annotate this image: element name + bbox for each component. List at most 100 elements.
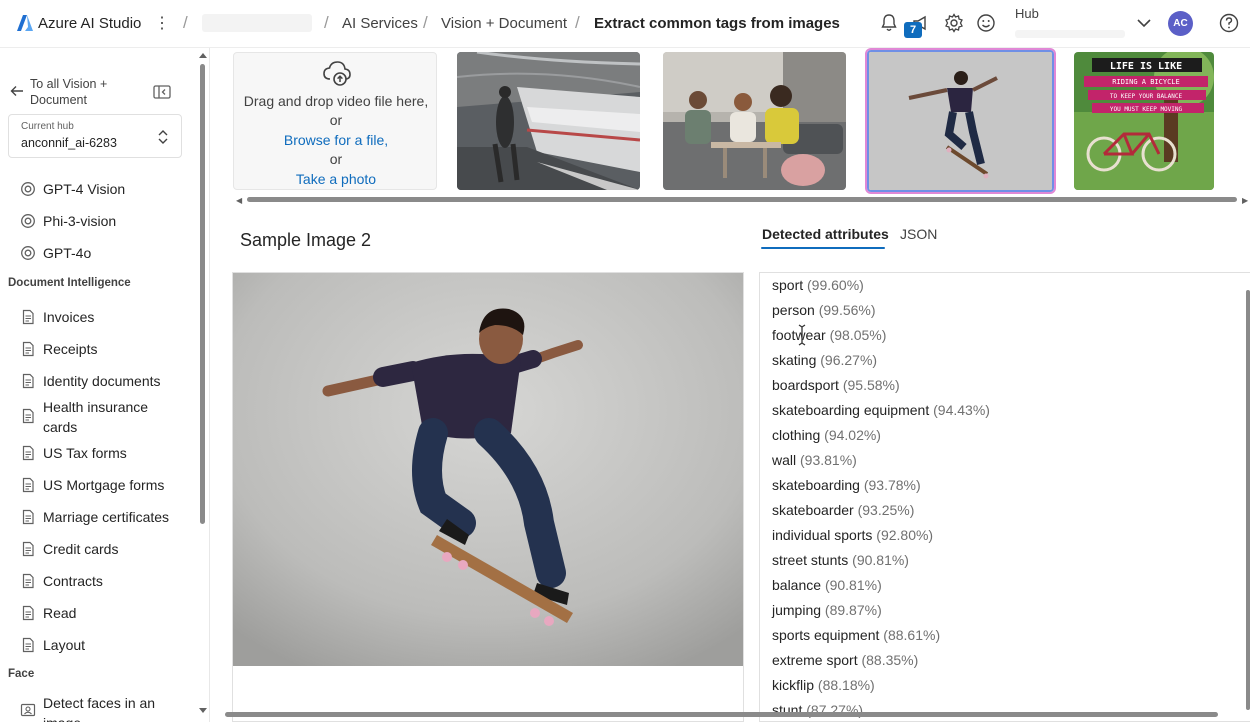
sidebar-item-gpt-4-vision[interactable]: GPT-4 Vision — [20, 178, 195, 202]
sidebar-item-phi-3-vision[interactable]: Phi-3-vision — [20, 210, 195, 234]
upload-drop-zone[interactable]: Drag and drop video file here, or Browse… — [233, 52, 437, 190]
back-link-label: To all Vision + Document — [30, 77, 108, 107]
sidebar-item-identity-documents[interactable]: Identity documents — [20, 370, 195, 394]
attribute-confidence: (99.56%) — [818, 302, 876, 318]
breadcrumb-separator: / — [423, 13, 428, 32]
sidebar-item-us-tax-forms[interactable]: US Tax forms — [20, 442, 195, 466]
breadcrumb-hub-blurred[interactable] — [202, 14, 312, 32]
breadcrumb-vision-document[interactable]: Vision + Document — [441, 15, 567, 32]
main-content: Drag and drop video file here, or Browse… — [212, 48, 1250, 722]
poster-line-2: RIDING A BICYCLE — [1112, 78, 1179, 86]
sidebar-item-us-mortgage-forms[interactable]: US Mortgage forms — [20, 474, 195, 498]
subway-train-image — [457, 52, 640, 190]
attribute-row: footwear (98.05%) — [772, 327, 886, 343]
attribute-tag: boardsport — [772, 377, 839, 393]
sample-thumbnail-office[interactable] — [663, 52, 846, 190]
attribute-row: balance (90.81%) — [772, 577, 882, 593]
document-icon — [22, 509, 34, 525]
sidebar-scroll-up-icon[interactable] — [199, 52, 207, 58]
thumbnail-scrollbar-thumb[interactable] — [247, 197, 1237, 202]
chevron-down-icon[interactable] — [1135, 14, 1153, 32]
sidebar-item-read[interactable]: Read — [20, 602, 195, 626]
sidebar-item-health-insurance-cards[interactable]: Health insurance cards — [20, 396, 195, 436]
sidebar-item-detect-faces[interactable]: Detect faces in an image — [20, 692, 195, 722]
sidebar-item-gpt-4o[interactable]: GPT-4o — [20, 242, 195, 266]
breadcrumb-separator: / — [575, 13, 580, 32]
tab-json[interactable]: JSON — [900, 226, 937, 250]
attribute-tag: jumping — [772, 602, 822, 618]
breadcrumb-ai-services[interactable]: AI Services — [342, 15, 418, 32]
sidebar-item-receipts[interactable]: Receipts — [20, 338, 195, 362]
collapse-sidebar-icon[interactable] — [153, 84, 171, 100]
attribute-confidence: (98.05%) — [829, 327, 887, 343]
sidebar-item-label: US Tax forms — [43, 445, 127, 461]
breadcrumb-separator: / — [183, 13, 188, 32]
poster-line-3: TO KEEP YOUR BALANCE — [1110, 93, 1183, 100]
app-title[interactable]: Azure AI Studio — [38, 15, 141, 32]
page-horizontal-scrollbar-thumb[interactable] — [225, 712, 1218, 717]
document-icon — [22, 309, 34, 325]
scroll-right-icon[interactable]: ▶ — [1242, 196, 1248, 205]
document-icon — [22, 605, 34, 621]
section-document-intelligence: Document Intelligence — [8, 277, 131, 289]
attribute-confidence: (89.87%) — [824, 602, 882, 618]
sidebar-item-marriage-certificates[interactable]: Marriage certificates — [20, 506, 195, 530]
sample-thumbnail-skateboarder[interactable] — [867, 50, 1054, 192]
attribute-tag: skateboarding equipment — [772, 402, 930, 418]
active-tab-indicator — [761, 247, 885, 249]
sidebar-item-credit-cards[interactable]: Credit cards — [20, 538, 195, 562]
user-avatar[interactable]: AC — [1168, 11, 1193, 36]
attribute-confidence: (96.27%) — [820, 352, 878, 368]
document-icon — [22, 445, 34, 461]
current-hub-selector[interactable]: Current hub anconnif_ai-6283 — [8, 114, 182, 158]
attribute-row: individual sports (92.80%) — [772, 527, 933, 543]
face-detect-icon — [20, 703, 36, 717]
attribute-confidence: (88.61%) — [883, 627, 941, 643]
bicycle-poster-image: LIFE IS LIKE RIDING A BICYCLE TO KEEP YO… — [1074, 52, 1214, 190]
attribute-confidence: (95.58%) — [842, 377, 900, 393]
sidebar-scrollbar-thumb[interactable] — [200, 64, 205, 524]
scroll-left-icon[interactable]: ◀ — [236, 196, 242, 205]
help-icon[interactable] — [1218, 12, 1240, 34]
more-options-icon[interactable]: ⋮ — [154, 13, 170, 33]
sidebar-scroll-down-icon[interactable] — [199, 708, 207, 714]
sidebar-item-label: Marriage certificates — [43, 509, 170, 525]
attributes-scrollbar-thumb[interactable] — [1246, 290, 1250, 710]
sample-thumbnail-bicycle-poster[interactable]: LIFE IS LIKE RIDING A BICYCLE TO KEEP YO… — [1074, 52, 1214, 190]
take-photo-link[interactable]: Take a photo — [234, 171, 438, 187]
notifications-bell-icon[interactable] — [878, 12, 900, 34]
attribute-row: street stunts (90.81%) — [772, 552, 909, 568]
sidebar-item-label: Credit cards — [43, 541, 119, 557]
attribute-tag: person — [772, 302, 815, 318]
sidebar-item-invoices[interactable]: Invoices — [20, 306, 195, 330]
sample-thumbnail-subway[interactable] — [457, 52, 640, 190]
attribute-tag: clothing — [772, 427, 821, 443]
sidebar-item-contracts[interactable]: Contracts — [20, 570, 195, 594]
document-icon — [22, 477, 34, 493]
attribute-row: clothing (94.02%) — [772, 427, 881, 443]
document-icon — [22, 637, 34, 653]
settings-gear-icon[interactable] — [943, 12, 965, 34]
attribute-tag: kickflip — [772, 677, 815, 693]
back-to-vision-document-link[interactable]: To all Vision + Document — [10, 76, 200, 108]
feedback-smiley-icon[interactable] — [975, 12, 997, 34]
attribute-row: sports equipment (88.61%) — [772, 627, 940, 643]
model-icon — [21, 182, 35, 196]
attribute-tag: extreme sport — [772, 652, 858, 668]
browse-file-link[interactable]: Browse for a file, — [234, 132, 438, 148]
sidebar-item-label: GPT-4o — [43, 245, 92, 261]
sidebar-item-label: Layout — [43, 637, 86, 653]
attribute-row: person (99.56%) — [772, 302, 876, 318]
sidebar-item-layout[interactable]: Layout — [20, 634, 195, 658]
detected-attributes-panel: sport (99.60%) person (99.56%) footwear (9… — [759, 272, 1250, 722]
sidebar-item-label: Invoices — [43, 309, 95, 325]
attribute-row: skateboarding (93.78%) — [772, 477, 921, 493]
attribute-confidence: (94.43%) — [933, 402, 990, 418]
sidebar-item-label: Read — [43, 605, 77, 621]
sidebar-item-label: Phi-3-vision — [43, 213, 117, 229]
attribute-confidence: (99.60%) — [807, 277, 864, 293]
skateboarder-image — [869, 52, 1052, 190]
document-icon — [22, 541, 34, 557]
poster-line-4: YOU MUST KEEP MOVING — [1110, 106, 1183, 113]
attribute-row: wall (93.81%) — [772, 452, 857, 468]
